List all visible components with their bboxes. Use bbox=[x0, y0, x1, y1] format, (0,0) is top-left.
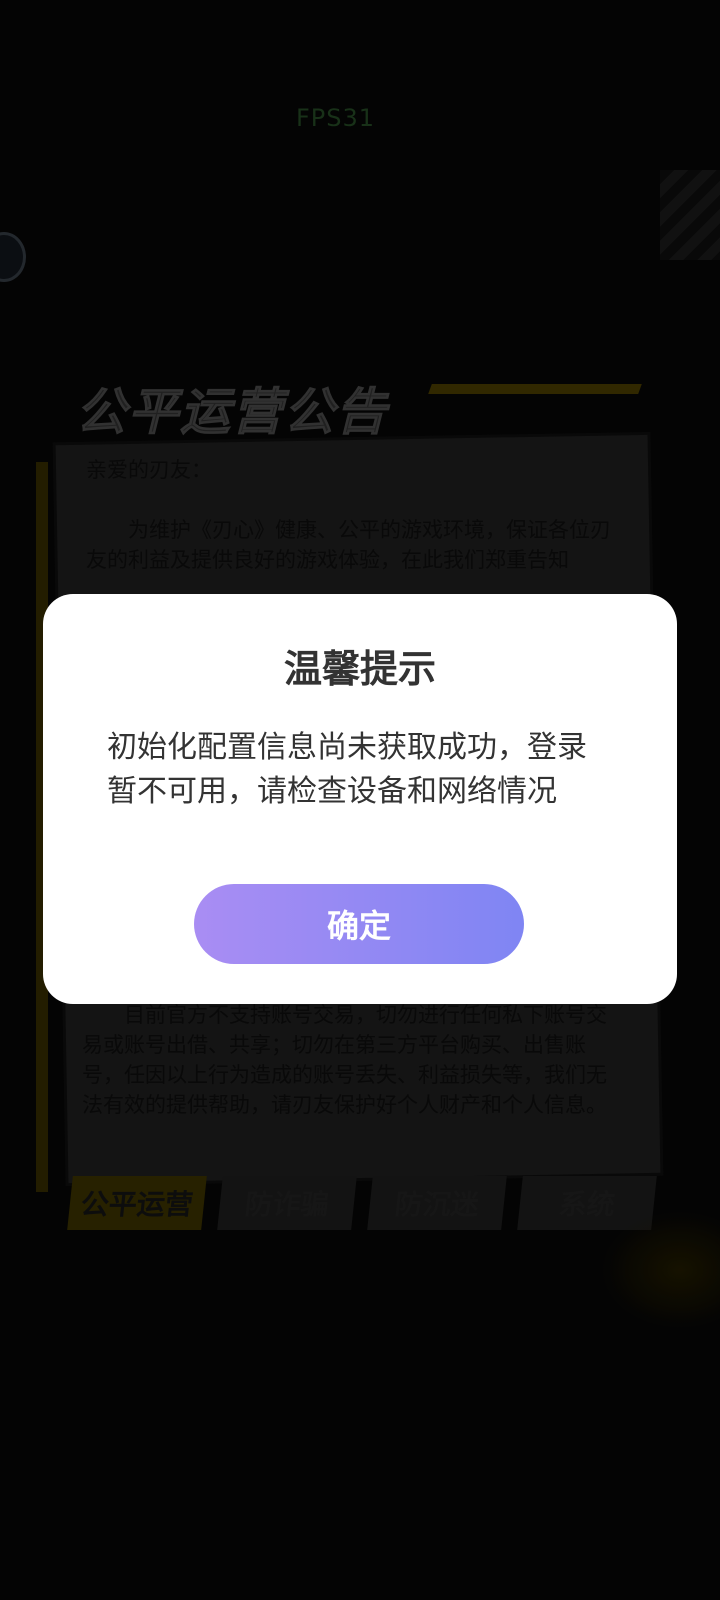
game-screen: FPS31 公平运营公告 亲爱的刃友： 为维护《刃心》健康、公平的游戏环境，保证… bbox=[0, 0, 720, 1600]
dialog-message: 初始化配置信息尚未获取成功，登录暂不可用，请检查设备和网络情况 bbox=[107, 730, 587, 809]
dialog-title: 温馨提示 bbox=[283, 647, 436, 691]
confirm-button[interactable]: 确定 bbox=[194, 884, 524, 964]
tip-dialog: 温馨提示 初始化配置信息尚未获取成功，登录暂不可用，请检查设备和网络情况 确定 bbox=[43, 594, 677, 1004]
